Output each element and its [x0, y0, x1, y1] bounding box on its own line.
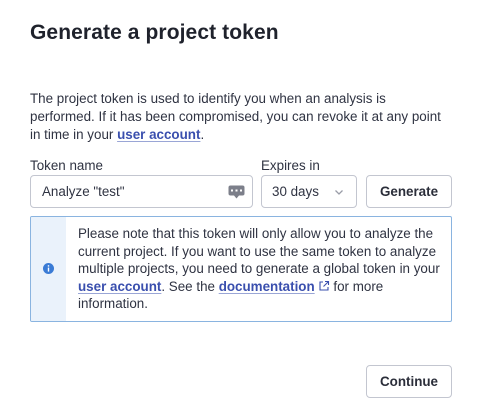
documentation-link[interactable]: documentation: [219, 279, 330, 294]
info-message-box: Please note that this token will only al…: [30, 216, 452, 322]
generate-button[interactable]: Generate: [366, 175, 452, 208]
continue-button[interactable]: Continue: [366, 365, 452, 398]
user-account-link[interactable]: user account: [117, 127, 200, 142]
info-user-account-link[interactable]: user account: [78, 279, 161, 294]
description-text: The project token is used to identify yo…: [30, 91, 441, 142]
info-message-text: Please note that this token will only al…: [78, 225, 446, 313]
documentation-link-label: documentation: [218, 278, 315, 294]
description-end: .: [200, 127, 205, 142]
info-text-part2: . See the: [161, 278, 219, 294]
expires-in-select[interactable]: 30 days: [261, 175, 357, 208]
expires-in-label: Expires in: [261, 158, 320, 173]
info-text-part1: Please note that this token will only al…: [78, 226, 440, 276]
token-name-value: Analyze "test": [42, 184, 125, 199]
expires-in-value: 30 days: [272, 184, 319, 199]
token-name-input[interactable]: Analyze "test": [30, 175, 253, 208]
info-icon-column: [31, 217, 66, 321]
keyboard-icon[interactable]: [228, 185, 245, 199]
dialog-description: The project token is used to identify yo…: [30, 90, 450, 144]
external-link-icon: [319, 280, 329, 291]
chevron-down-icon: [335, 190, 343, 195]
dialog-title: Generate a project token: [30, 21, 279, 44]
token-name-label: Token name: [30, 158, 103, 173]
info-icon: [43, 263, 54, 274]
